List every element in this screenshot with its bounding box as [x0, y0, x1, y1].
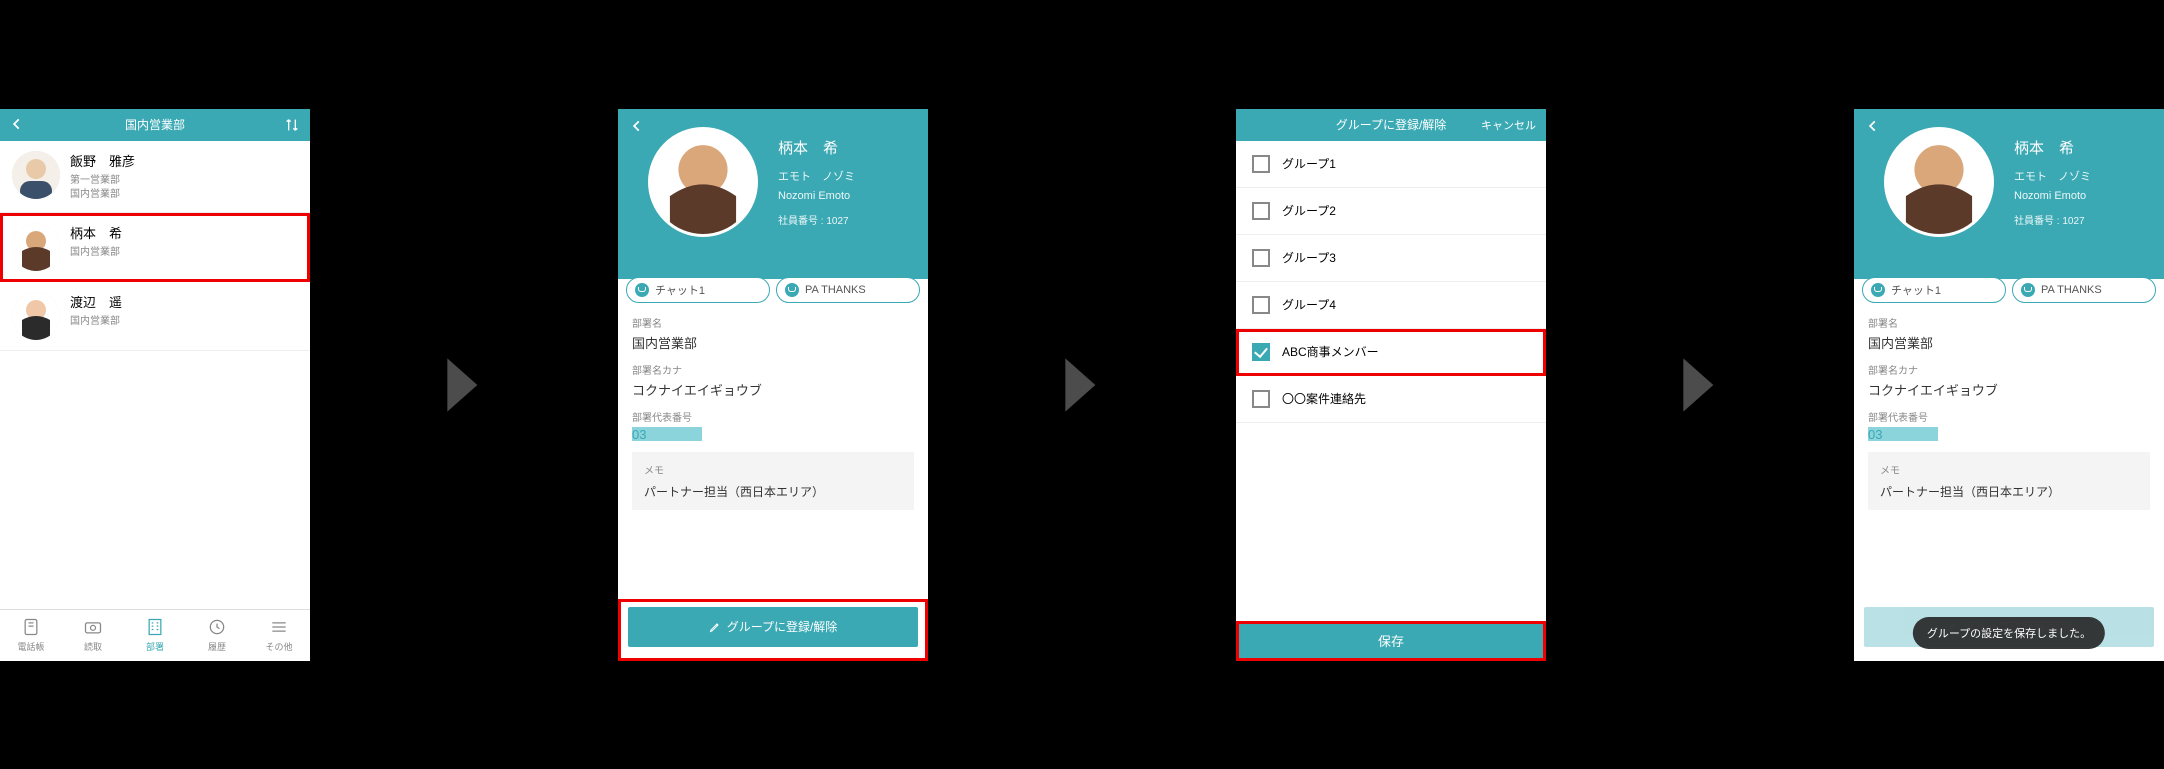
sort-icon[interactable]	[284, 117, 300, 136]
chat-icon	[1871, 283, 1885, 297]
contact-row[interactable]: 飯野 雅彦 第一営業部 国内営業部	[0, 141, 310, 213]
tab-history[interactable]: 履歴	[186, 610, 248, 661]
contact-dept1: 国内営業部	[70, 246, 122, 260]
profile-screen-saved: 柄本 希 エモト ノゾミ Nozomi Emoto 社員番号 : 1027 チャ…	[1854, 109, 2164, 661]
tab-bar: 電話帳 読取 部署 履歴 その他	[0, 609, 310, 661]
contact-name: 柄本 希	[70, 223, 122, 242]
tab-scan[interactable]: 読取	[62, 610, 124, 661]
contact-dept2: 国内営業部	[70, 188, 135, 202]
group-item[interactable]: グループ4	[1236, 282, 1546, 329]
contact-list-screen: 国内営業部 飯野 雅彦 第一営業部 国内営業部 柄本	[0, 109, 310, 661]
header: グループに登録/解除 キャンセル	[1236, 109, 1546, 141]
profile-kana: エモト ノゾミ	[2014, 168, 2091, 184]
group-item[interactable]: グループ3	[1236, 235, 1546, 282]
checkbox-icon[interactable]	[1252, 249, 1270, 267]
field-value[interactable]: 03	[632, 427, 914, 442]
profile-kana: エモト ノゾミ	[778, 168, 855, 184]
cancel-button[interactable]: キャンセル	[1481, 117, 1536, 133]
field-value: コクナイエイギョウブ	[632, 380, 914, 399]
group-select-screen: グループに登録/解除 キャンセル グループ1 グループ2 グループ3 グループ4…	[1236, 109, 1546, 661]
tab-other[interactable]: その他	[248, 610, 310, 661]
group-item[interactable]: グループ1	[1236, 141, 1546, 188]
toast-message: グループの設定を保存しました。	[1913, 617, 2105, 649]
profile-roman: Nozomi Emoto	[778, 190, 855, 202]
contact-name: 飯野 雅彦	[70, 151, 135, 170]
header-title: グループに登録/解除	[1336, 116, 1447, 133]
contact-row[interactable]: 渡辺 遥 国内営業部	[0, 282, 310, 351]
tab-dept[interactable]: 部署	[124, 610, 186, 661]
contact-dept1: 第一営業部	[70, 174, 135, 188]
arrow-icon	[310, 355, 618, 415]
avatar	[1884, 127, 1994, 237]
contact-name: 渡辺 遥	[70, 292, 122, 311]
checkbox-icon[interactable]	[1252, 296, 1270, 314]
checkbox-icon[interactable]	[1252, 155, 1270, 173]
profile-header: 柄本 希 エモト ノゾミ Nozomi Emoto 社員番号 : 1027	[1854, 109, 2164, 279]
thanks-icon	[2021, 283, 2035, 297]
group-register-button[interactable]: グループに登録/解除	[628, 607, 918, 647]
field-label: 部署名カナ	[632, 362, 914, 377]
action-pills: チャット1 PA THANKS	[618, 273, 928, 307]
back-icon[interactable]	[630, 119, 644, 138]
save-button[interactable]: 保存	[1236, 621, 1546, 661]
back-icon[interactable]	[1866, 119, 1880, 138]
checkbox-icon[interactable]	[1252, 390, 1270, 408]
profile-screen: 柄本 希 エモト ノゾミ Nozomi Emoto 社員番号 : 1027 チャ…	[618, 109, 928, 661]
profile-name: 柄本 希	[778, 137, 855, 158]
checkbox-icon[interactable]	[1252, 343, 1270, 361]
header: 国内営業部	[0, 109, 310, 141]
memo-box: メモパートナー担当（西日本エリア）	[632, 452, 914, 510]
pill-chat[interactable]: チャット1	[626, 277, 770, 303]
field-label: 部署名	[632, 315, 914, 330]
field-label: 部署代表番号	[632, 409, 914, 424]
profile-name: 柄本 希	[2014, 137, 2091, 158]
avatar	[12, 151, 60, 199]
header-title: 国内営業部	[125, 116, 185, 133]
chat-icon	[635, 283, 649, 297]
arrow-icon	[1546, 355, 1854, 415]
profile-header: 柄本 希 エモト ノゾミ Nozomi Emoto 社員番号 : 1027	[618, 109, 928, 279]
avatar	[648, 127, 758, 237]
back-icon[interactable]	[10, 117, 24, 134]
pill-thanks[interactable]: PA THANKS	[776, 277, 920, 303]
avatar	[12, 292, 60, 340]
pencil-icon	[709, 621, 721, 633]
pill-thanks[interactable]: PA THANKS	[2012, 277, 2156, 303]
tab-phonebook[interactable]: 電話帳	[0, 610, 62, 661]
group-item[interactable]: 〇〇案件連絡先	[1236, 376, 1546, 423]
profile-empno: 社員番号 : 1027	[2014, 212, 2091, 227]
field-value: 国内営業部	[632, 333, 914, 352]
avatar	[12, 223, 60, 271]
group-item[interactable]: グループ2	[1236, 188, 1546, 235]
contact-dept1: 国内営業部	[70, 315, 122, 329]
arrow-icon	[928, 355, 1236, 415]
group-list: グループ1 グループ2 グループ3 グループ4 ABC商事メンバー 〇〇案件連絡…	[1236, 141, 1546, 621]
contact-list: 飯野 雅彦 第一営業部 国内営業部 柄本 希 国内営業部 渡辺 遥	[0, 141, 310, 609]
thanks-icon	[785, 283, 799, 297]
checkbox-icon[interactable]	[1252, 202, 1270, 220]
profile-roman: Nozomi Emoto	[2014, 190, 2091, 202]
profile-empno: 社員番号 : 1027	[778, 212, 855, 227]
group-item[interactable]: ABC商事メンバー	[1236, 329, 1546, 376]
pill-chat[interactable]: チャット1	[1862, 277, 2006, 303]
contact-row[interactable]: 柄本 希 国内営業部	[0, 213, 310, 282]
